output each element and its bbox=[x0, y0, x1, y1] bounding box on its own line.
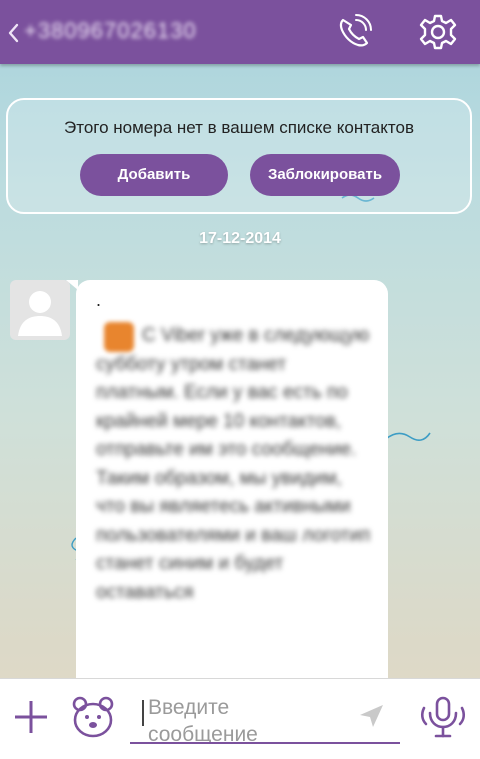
message-input-placeholder: Введите сообщение bbox=[148, 696, 258, 744]
unknown-contact-message: Этого номера нет в вашем списке контакто… bbox=[64, 118, 414, 137]
add-contact-button[interactable]: Добавить bbox=[80, 154, 228, 196]
chevron-left-icon[interactable] bbox=[6, 22, 20, 44]
microphone-icon[interactable] bbox=[418, 694, 468, 740]
avatar[interactable] bbox=[10, 280, 70, 340]
text-caret bbox=[142, 700, 144, 726]
decor-squiggle bbox=[385, 432, 431, 441]
default-avatar-icon bbox=[18, 291, 62, 336]
plus-icon[interactable] bbox=[12, 698, 50, 736]
message-prefix: . bbox=[96, 290, 102, 310]
emoji-icon bbox=[104, 322, 134, 352]
bear-sticker-icon[interactable] bbox=[70, 694, 116, 740]
send-arrow-icon[interactable] bbox=[356, 702, 386, 730]
message-text[interactable]: С Viber уже в следующую субботу утром ст… bbox=[96, 322, 372, 607]
contact-phone-number[interactable]: +380967026130 bbox=[24, 18, 197, 44]
phone-call-icon[interactable] bbox=[334, 12, 374, 52]
message-body: С Viber уже в следующую субботу утром ст… bbox=[96, 325, 371, 603]
date-separator: 17-12-2014 bbox=[199, 230, 281, 247]
header-bar: +380967026130 bbox=[0, 0, 480, 64]
block-contact-button[interactable]: Заблокировать bbox=[250, 154, 400, 196]
gear-icon[interactable] bbox=[418, 12, 458, 52]
unknown-contact-banner: Этого номера нет в вашем списке контакто… bbox=[6, 98, 472, 214]
